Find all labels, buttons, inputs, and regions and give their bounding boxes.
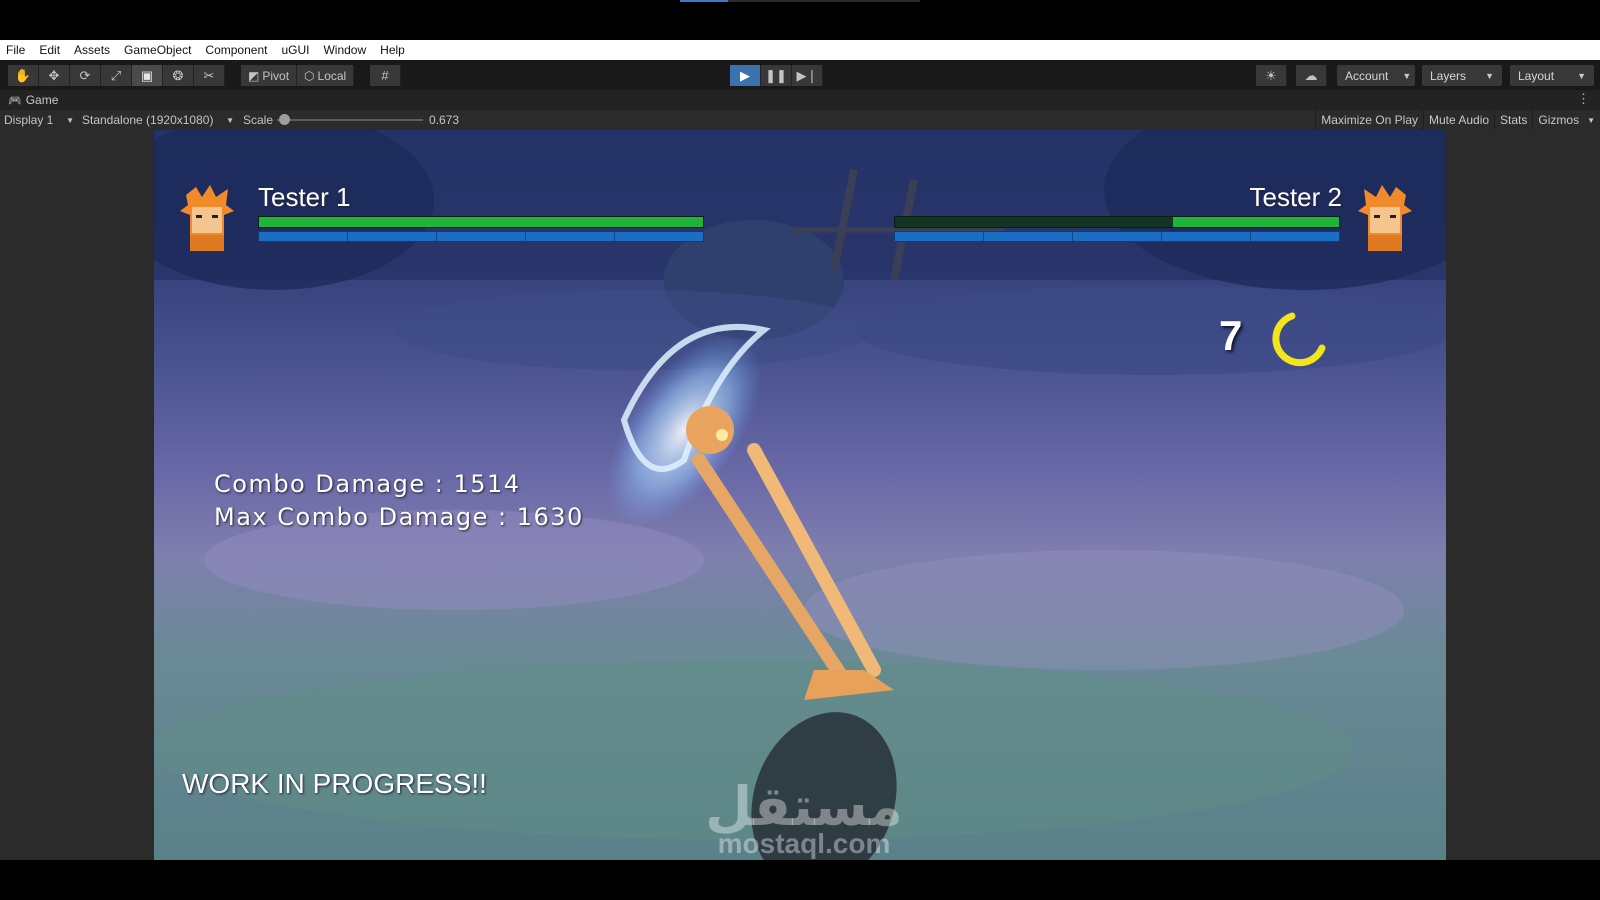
player1-health-bar <box>258 216 704 228</box>
transform-tools: ✋ ✥ ⟳ ⤢ ▣ ❂ ✂ <box>8 65 225 86</box>
scale-slider-handle[interactable] <box>279 114 291 125</box>
display-dropdown[interactable]: Display 1 ▼ <box>0 110 78 130</box>
hand-tool-button[interactable]: ✋ <box>8 65 39 86</box>
game-scene[interactable]: Tester 1 Tester 2 7 Combo Damage : 1514 … <box>154 130 1446 860</box>
hand-icon: ✋ <box>14 67 32 83</box>
menu-help[interactable]: Help <box>380 43 405 57</box>
scale-slider[interactable] <box>277 114 424 125</box>
resolution-dropdown[interactable]: Standalone (1920x1080) ▼ <box>78 110 238 130</box>
layers-dropdown[interactable]: Layers ▼ <box>1422 65 1502 86</box>
combo-damage-text: Combo Damage : 1514 <box>214 470 521 498</box>
player2-portrait <box>1354 185 1416 253</box>
stats-toggle[interactable]: Stats <box>1494 110 1532 130</box>
mute-audio-toggle[interactable]: Mute Audio <box>1423 110 1494 130</box>
move-icon: ✥ <box>48 67 60 83</box>
menu-assets[interactable]: Assets <box>74 43 110 57</box>
scale-label: Scale <box>243 113 274 127</box>
menu-bar: File Edit Assets GameObject Component uG… <box>0 40 1600 60</box>
sun-icon: ☀ <box>1265 67 1277 83</box>
move-tool-button[interactable]: ✥ <box>39 65 70 86</box>
step-button[interactable]: ▶❘ <box>792 65 823 86</box>
custom-tool-button[interactable]: ✂ <box>194 65 225 86</box>
watermark-logo: مستقل mostaql.com <box>705 775 903 859</box>
chevron-down-icon: ▼ <box>1402 70 1412 81</box>
rotate-tool-button[interactable]: ⟳ <box>70 65 101 86</box>
player2-health-bar <box>894 216 1340 228</box>
tools-icon: ✂ <box>203 67 215 83</box>
pause-button[interactable]: ❚❚ <box>761 65 792 86</box>
cloud-icon: ☁ <box>1304 67 1318 83</box>
tab-game[interactable]: 🎮 Game <box>0 90 66 110</box>
work-in-progress-text: WORK IN PROGRESS!! <box>182 768 487 799</box>
chevron-down-icon: ▼ <box>1587 115 1595 125</box>
grid-snap-button[interactable]: # <box>370 65 401 86</box>
local-toggle[interactable]: ⬡ Local <box>297 65 355 86</box>
player2-health-fill <box>1172 217 1339 227</box>
pivot-icon: ◩ <box>248 68 260 83</box>
local-icon: ⬡ <box>304 68 315 83</box>
player1-portrait <box>176 185 238 253</box>
chevron-down-icon: ▼ <box>226 115 234 125</box>
timer-ring-icon <box>1272 312 1326 367</box>
play-button[interactable]: ▶ <box>730 65 761 86</box>
menu-ugui[interactable]: uGUI <box>281 43 309 57</box>
chevron-down-icon: ▼ <box>1577 70 1586 81</box>
player2-chakra-bar <box>894 231 1340 242</box>
window-tab-indicator <box>680 0 920 2</box>
lighting-button[interactable]: ☀ <box>1256 65 1287 86</box>
menu-component[interactable]: Component <box>205 43 267 57</box>
chevron-down-icon: ▼ <box>1485 70 1494 81</box>
cloud-button[interactable]: ☁ <box>1296 65 1327 86</box>
round-timer: 7 <box>1219 312 1243 359</box>
scale-tool-button[interactable]: ⤢ <box>101 65 132 86</box>
menu-window[interactable]: Window <box>323 43 366 57</box>
pivot-toggle[interactable]: ◩ Pivot <box>241 65 298 86</box>
play-icon: ▶ <box>740 67 750 83</box>
menu-file[interactable]: File <box>6 43 25 57</box>
playback-controls: ▶ ❚❚ ▶❘ <box>730 65 823 86</box>
player1-health-fill <box>259 217 703 227</box>
panel-tab-bar: 🎮 Game ⋮ <box>0 90 1600 110</box>
account-dropdown[interactable]: Account ▼ <box>1337 65 1415 86</box>
top-strip <box>0 0 1600 40</box>
gizmos-dropdown[interactable]: Gizmos ▼ <box>1532 110 1600 130</box>
step-icon: ▶❘ <box>796 67 818 83</box>
pause-icon: ❚❚ <box>765 67 787 83</box>
rotate-icon: ⟳ <box>79 67 91 83</box>
maximize-on-play-toggle[interactable]: Maximize On Play <box>1315 110 1423 130</box>
grid-icon: # <box>381 68 389 83</box>
player1-name: Tester 1 <box>258 182 351 212</box>
rect-tool-button[interactable]: ▣ <box>132 65 163 86</box>
scale-value: 0.673 <box>429 113 460 127</box>
main-toolbar: ✋ ✥ ⟳ ⤢ ▣ ❂ ✂ ◩ Pivot ⬡ Local # ▶ ❚❚ ▶❘ ☀ … <box>0 60 1600 90</box>
transform-tool-button[interactable]: ❂ <box>163 65 194 86</box>
transform-icon: ❂ <box>172 67 184 83</box>
gamepad-icon: 🎮 <box>8 94 22 107</box>
scale-icon: ⤢ <box>110 67 122 83</box>
game-view-toolbar: Display 1 ▼ Standalone (1920x1080) ▼ Scale… <box>0 110 1600 130</box>
menu-edit[interactable]: Edit <box>39 43 60 57</box>
player2-name: Tester 2 <box>1249 182 1343 212</box>
rect-icon: ▣ <box>140 67 154 83</box>
max-combo-damage-text: Max Combo Damage : 1630 <box>214 503 584 531</box>
layout-dropdown[interactable]: Layout ▼ <box>1510 65 1594 86</box>
more-options-icon[interactable]: ⋮ <box>1577 91 1590 107</box>
chevron-down-icon: ▼ <box>66 115 74 125</box>
bottom-strip <box>0 860 1600 900</box>
player1-chakra-bar <box>258 231 704 242</box>
handle-toggles: ◩ Pivot ⬡ Local <box>241 65 355 86</box>
menu-gameobject[interactable]: GameObject <box>124 43 191 57</box>
